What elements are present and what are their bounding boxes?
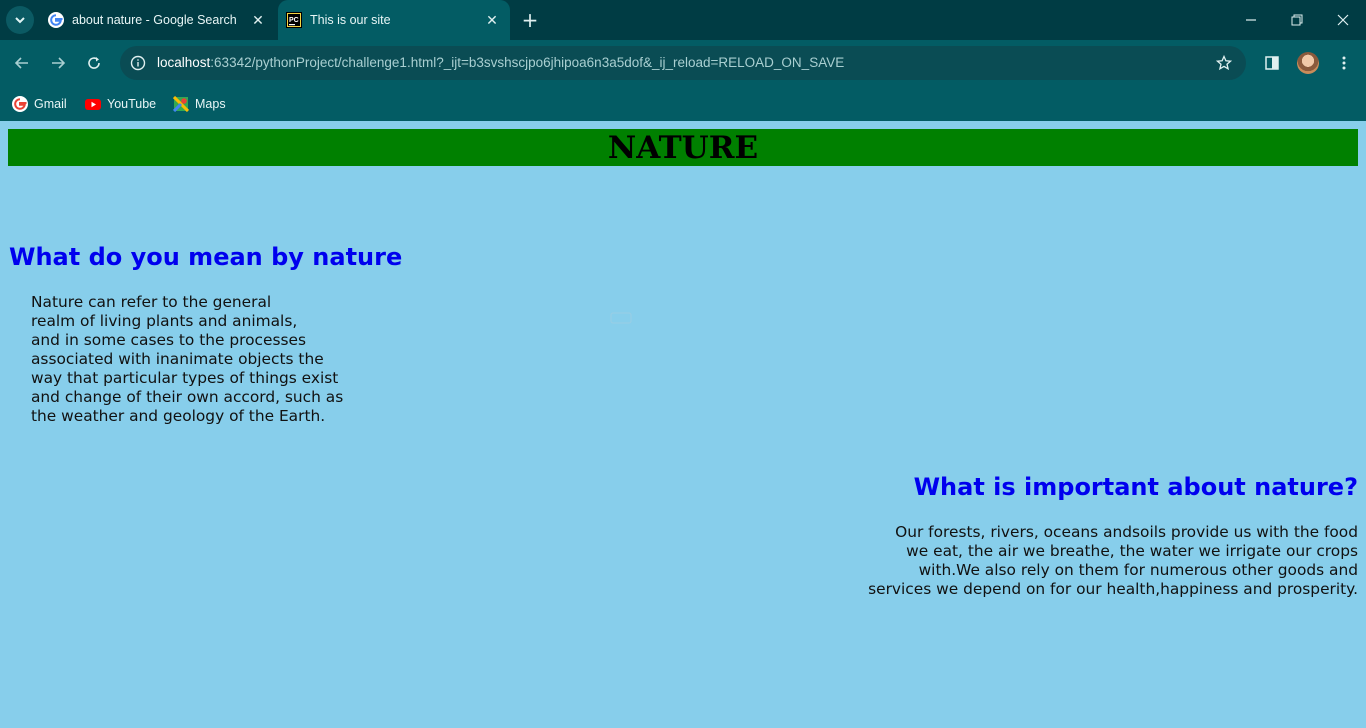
close-icon[interactable]: ✕ <box>482 10 502 30</box>
page-banner: NATURE <box>8 129 1358 166</box>
arrow-right-icon <box>52 57 66 69</box>
bookmark-label: YouTube <box>107 97 157 111</box>
restore-icon <box>1291 14 1303 26</box>
section-importance-title: What is important about nature? <box>913 473 1358 501</box>
new-tab-button[interactable]: + <box>518 8 542 32</box>
bookmark-label: Maps <box>195 97 226 111</box>
tab-title: This is our site <box>310 13 391 27</box>
close-icon <box>1337 14 1349 26</box>
url-host: localhost <box>157 55 211 70</box>
section-nature-meaning-title: What do you mean by nature <box>9 243 403 271</box>
browser-toolbar: localhost:63342/pythonProject/challenge1… <box>0 40 1366 86</box>
chevron-down-icon <box>15 17 25 24</box>
forward-button[interactable] <box>44 49 72 77</box>
address-bar[interactable]: localhost:63342/pythonProject/challenge1… <box>120 46 1246 80</box>
bookmark-youtube[interactable]: YouTube <box>85 91 156 117</box>
page-title: NATURE <box>607 129 759 166</box>
bookmarks-bar: Gmail YouTube Maps <box>0 86 1366 121</box>
minimize-button[interactable] <box>1228 0 1274 40</box>
url-path: :63342/pythonProject/challenge1.html?_ij… <box>210 55 845 70</box>
tab-search-button[interactable] <box>6 6 34 34</box>
pycharm-icon: PC <box>286 12 302 28</box>
bookmark-star-icon[interactable] <box>1214 53 1234 73</box>
svg-text:PC: PC <box>289 17 299 24</box>
maps-icon <box>173 96 189 112</box>
bookmark-maps[interactable]: Maps <box>173 91 226 117</box>
tab-bar: about nature - Google Search ✕ PC This i… <box>0 0 1366 40</box>
back-button[interactable] <box>8 49 36 77</box>
minimize-icon <box>1246 19 1256 21</box>
google-icon <box>48 12 64 28</box>
youtube-icon <box>85 99 101 110</box>
arrow-left-icon <box>14 57 28 69</box>
close-icon[interactable]: ✕ <box>248 10 268 30</box>
google-icon <box>12 96 28 112</box>
kebab-menu-icon <box>1342 56 1346 70</box>
reload-icon <box>88 57 100 69</box>
tab-our-site[interactable]: PC This is our site ✕ <box>278 0 510 40</box>
menu-button[interactable] <box>1330 49 1358 77</box>
tab-google-search[interactable]: about nature - Google Search ✕ <box>40 0 276 40</box>
profile-avatar[interactable] <box>1297 52 1319 74</box>
bookmark-gmail[interactable]: Gmail <box>12 91 67 117</box>
close-window-button[interactable] <box>1320 0 1366 40</box>
url-text: localhost:63342/pythonProject/challenge1… <box>157 55 844 70</box>
tab-title: about nature - Google Search <box>72 13 237 27</box>
side-panel-button[interactable] <box>1258 49 1286 77</box>
reload-button[interactable] <box>80 49 108 77</box>
site-info-icon[interactable] <box>128 53 148 73</box>
restore-button[interactable] <box>1274 0 1320 40</box>
side-panel-icon <box>1265 56 1279 70</box>
page-content: NATURE What do you mean by nature Nature… <box>0 121 1366 728</box>
snip-overlay <box>610 311 632 328</box>
section-importance-text: Our forests, rivers, oceans andsoils pro… <box>868 523 1358 598</box>
section-nature-meaning-text: Nature can refer to the general realm of… <box>31 293 344 425</box>
bookmark-label: Gmail <box>34 97 67 111</box>
